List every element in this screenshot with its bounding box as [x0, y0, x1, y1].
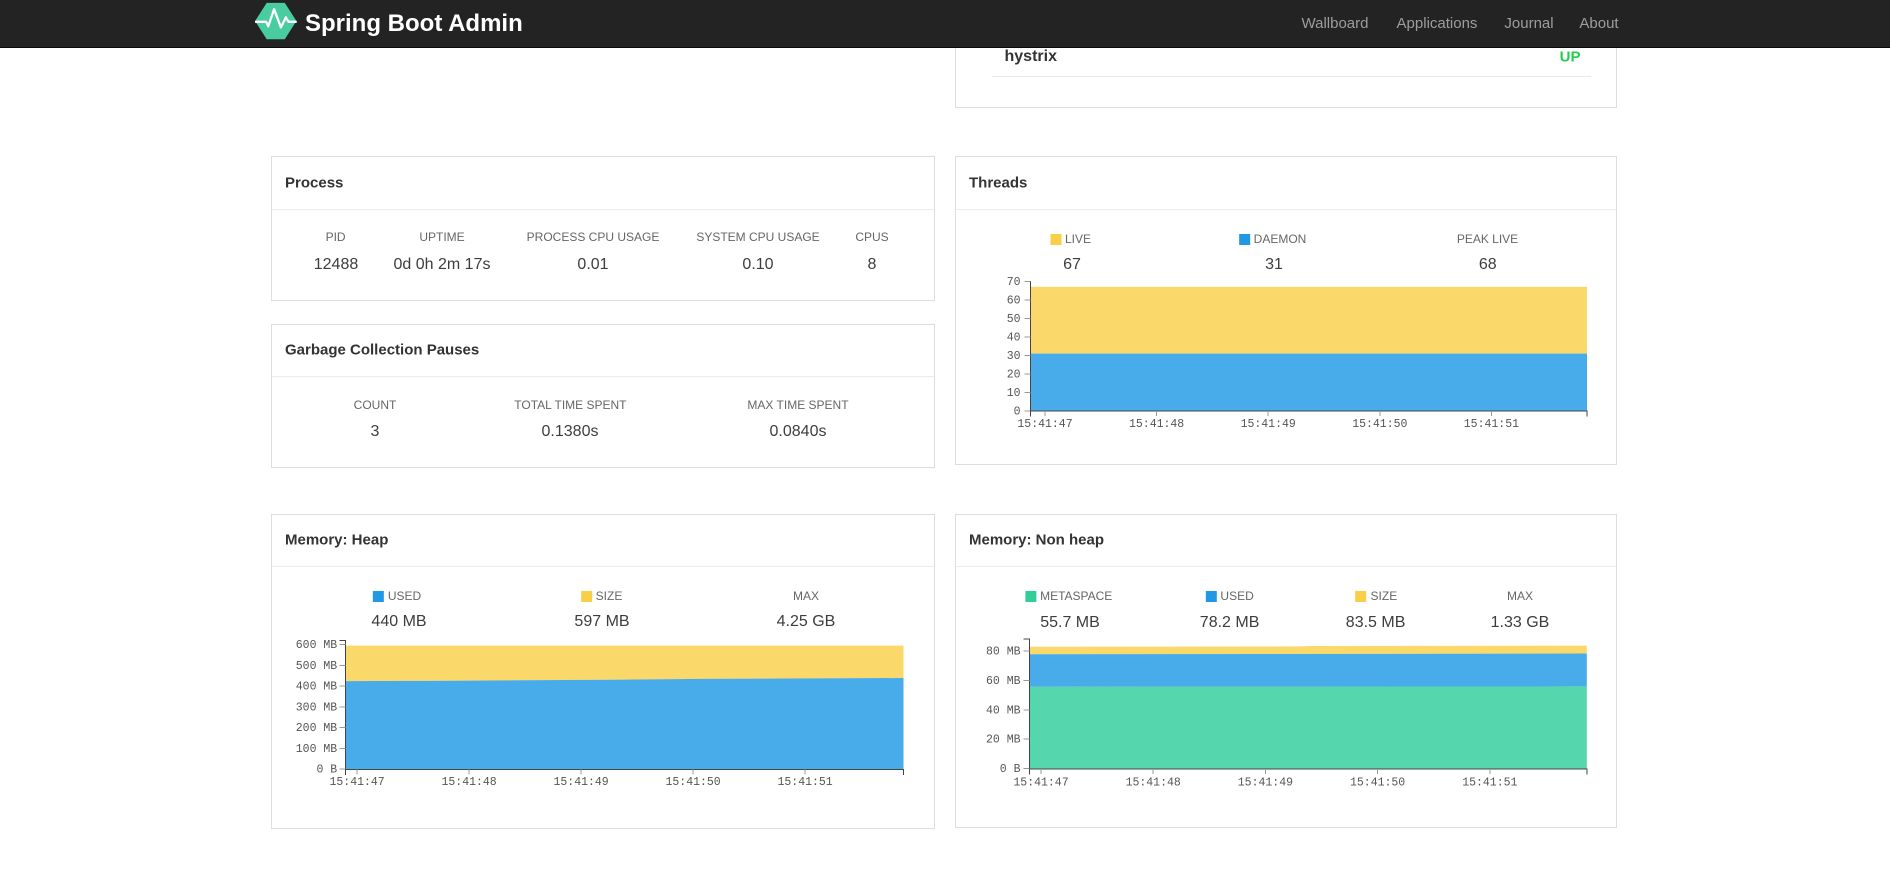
svg-text:600 MB: 600 MB — [296, 639, 338, 652]
svg-text:20: 20 — [1007, 368, 1021, 381]
svg-text:40 MB: 40 MB — [986, 704, 1021, 717]
svg-text:60 MB: 60 MB — [986, 675, 1021, 688]
svg-text:15:41:51: 15:41:51 — [1464, 418, 1519, 431]
svg-text:15:41:47: 15:41:47 — [329, 776, 384, 789]
svg-text:300 MB: 300 MB — [296, 701, 338, 714]
svg-text:15:41:48: 15:41:48 — [1126, 776, 1181, 789]
svg-text:15:41:49: 15:41:49 — [553, 776, 608, 789]
svg-text:70: 70 — [1007, 276, 1021, 289]
svg-text:50: 50 — [1007, 313, 1021, 326]
svg-text:100 MB: 100 MB — [296, 743, 338, 756]
svg-text:40: 40 — [1007, 331, 1021, 344]
svg-text:10: 10 — [1007, 387, 1021, 400]
svg-text:15:41:51: 15:41:51 — [1462, 776, 1517, 789]
svg-text:15:41:47: 15:41:47 — [1013, 776, 1068, 789]
svg-text:15:41:50: 15:41:50 — [1352, 418, 1407, 431]
svg-text:0 B: 0 B — [1000, 763, 1021, 776]
svg-text:15:41:47: 15:41:47 — [1017, 418, 1072, 431]
svg-text:500 MB: 500 MB — [296, 660, 338, 673]
svg-text:15:41:49: 15:41:49 — [1241, 418, 1296, 431]
svg-text:15:41:48: 15:41:48 — [1129, 418, 1184, 431]
svg-text:15:41:49: 15:41:49 — [1238, 776, 1293, 789]
svg-text:30: 30 — [1007, 350, 1021, 363]
svg-text:15:41:51: 15:41:51 — [777, 776, 832, 789]
svg-text:60: 60 — [1007, 294, 1021, 307]
svg-text:0: 0 — [1014, 406, 1021, 419]
svg-text:200 MB: 200 MB — [296, 722, 338, 735]
svg-text:15:41:50: 15:41:50 — [1350, 776, 1405, 789]
svg-text:20 MB: 20 MB — [986, 734, 1021, 747]
svg-text:15:41:48: 15:41:48 — [441, 776, 496, 789]
svg-text:400 MB: 400 MB — [296, 681, 338, 694]
svg-text:0 B: 0 B — [316, 764, 337, 777]
svg-text:80 MB: 80 MB — [986, 646, 1021, 659]
svg-text:15:41:50: 15:41:50 — [665, 776, 720, 789]
